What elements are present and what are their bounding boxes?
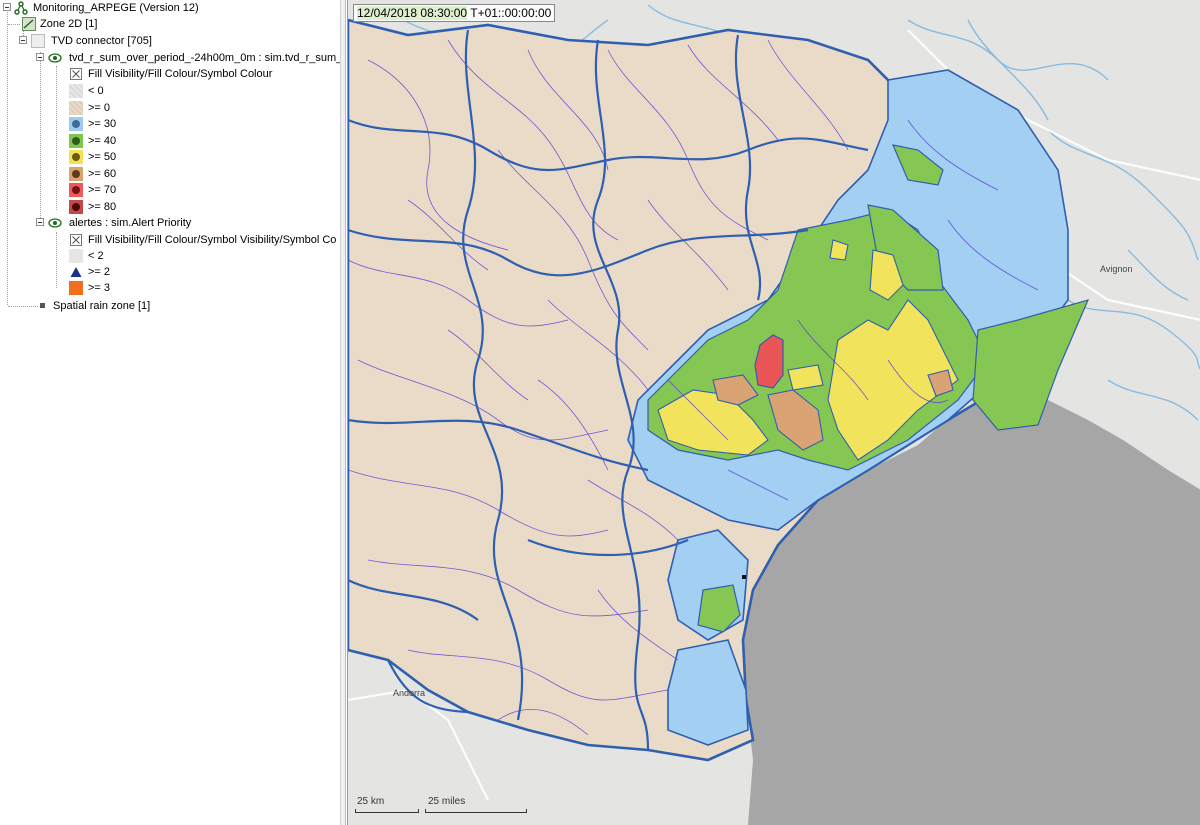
legend-item-rain[interactable]: >= 60 xyxy=(0,166,340,182)
color-swatch-icon xyxy=(69,117,83,131)
tree-node-alert-fill[interactable]: Fill Visibility/Fill Colour/Symbol Visib… xyxy=(0,232,340,248)
checkbox-icon[interactable] xyxy=(69,233,83,247)
legend-label: >= 60 xyxy=(88,167,117,180)
legend-label: < 2 xyxy=(88,250,104,262)
color-swatch-icon xyxy=(69,84,83,98)
eye-icon[interactable] xyxy=(48,216,62,230)
legend-label: < 0 xyxy=(88,85,104,97)
map-view[interactable]: 12/04/2018 08:30:00 T+01::00:00:00 Andor… xyxy=(347,0,1200,825)
legend-item-rain[interactable]: >= 30 xyxy=(0,116,340,132)
collapse-icon[interactable] xyxy=(3,3,11,11)
legend-label: >= 40 xyxy=(88,134,117,147)
legend-label: >= 0 xyxy=(88,101,111,114)
tree-node-label: Zone 2D [1] xyxy=(40,18,98,30)
square-icon xyxy=(69,281,83,295)
place-label-andorra: Andorra xyxy=(393,688,426,698)
legend-item-alert-ge-3[interactable]: >= 3 xyxy=(0,280,340,296)
tree-node-label: alertes : sim.Alert Priority xyxy=(69,217,192,229)
legend-item-rain[interactable]: >= 80 xyxy=(0,199,340,215)
color-swatch-icon xyxy=(69,166,83,181)
panel-splitter[interactable] xyxy=(340,0,346,825)
scale-km-label: 25 km xyxy=(357,796,385,807)
color-swatch-icon xyxy=(69,133,83,148)
legend-label: >= 30 xyxy=(88,118,117,130)
alert-point-marker xyxy=(742,575,746,579)
scale-km-bar xyxy=(355,809,419,813)
legend-item-rain[interactable]: >= 40 xyxy=(0,133,340,149)
symbol-dot-icon xyxy=(72,202,80,211)
symbol-dot-icon xyxy=(72,169,80,178)
connector-icon xyxy=(31,34,45,48)
tree-node-label: Fill Visibility/Fill Colour/Symbol Visib… xyxy=(88,234,337,246)
legend-item-alert-ge-2[interactable]: >= 2 xyxy=(0,264,340,280)
collapse-icon[interactable] xyxy=(19,36,27,44)
tree-node-spatial-rain-zone[interactable]: Spatial rain zone [1] xyxy=(0,298,340,314)
color-swatch-icon xyxy=(69,150,83,164)
tree-node-zone-2d[interactable]: Zone 2D [1] xyxy=(0,16,340,32)
scale-miles-bar xyxy=(425,809,527,813)
tree-node-rain-fill[interactable]: Fill Visibility/Fill Colour/Symbol Colou… xyxy=(0,66,340,82)
eye-icon[interactable] xyxy=(48,51,62,65)
tree-node-label: tvd_r_sum_over_period_-24h00m_0m : sim.t… xyxy=(69,52,340,64)
tree-node-label: Spatial rain zone [1] xyxy=(53,300,151,312)
legend-label: >= 70 xyxy=(88,184,117,196)
legend-label: >= 80 xyxy=(88,200,117,213)
legend-label: >= 2 xyxy=(88,266,111,278)
empty-swatch-icon xyxy=(69,249,83,263)
color-swatch-icon xyxy=(69,183,83,197)
collapse-icon[interactable] xyxy=(36,218,44,226)
tree-node-label: Fill Visibility/Fill Colour/Symbol Colou… xyxy=(88,68,273,80)
zone-2d-icon xyxy=(22,17,36,31)
scale-miles-label: 25 miles xyxy=(428,796,466,807)
symbol-dot-icon xyxy=(72,136,80,145)
triangle-icon xyxy=(70,267,82,277)
tree-node-alert-layer[interactable]: alertes : sim.Alert Priority xyxy=(0,215,340,231)
legend-label: >= 3 xyxy=(88,282,111,294)
checkbox-icon[interactable] xyxy=(69,67,83,81)
legend-item-alert-lt-2[interactable]: < 2 xyxy=(0,248,340,264)
point-layer-icon xyxy=(40,303,45,308)
legend-item-rain[interactable]: >= 50 xyxy=(0,149,340,165)
symbol-dot-icon xyxy=(72,153,80,161)
color-swatch-icon xyxy=(69,100,83,115)
legend-item-rain[interactable]: < 0 xyxy=(0,83,340,99)
legend-label: >= 50 xyxy=(88,151,117,163)
timestamp-date: 12/04/2018 08:30:00 xyxy=(357,6,468,20)
network-icon xyxy=(14,1,28,15)
tree-node-rain-layer[interactable]: tvd_r_sum_over_period_-24h00m_0m : sim.t… xyxy=(0,50,340,66)
legend-item-rain[interactable]: >= 0 xyxy=(0,100,340,116)
place-label-avignon: Avignon xyxy=(1100,264,1133,274)
map-canvas[interactable] xyxy=(348,0,1200,825)
color-swatch-icon xyxy=(69,199,83,214)
tree-node-label: TVD connector [705] xyxy=(51,35,152,47)
tree-node-tvd-connector[interactable]: TVD connector [705] xyxy=(0,33,340,49)
symbol-dot-icon xyxy=(72,120,80,128)
symbol-dot-icon xyxy=(72,186,80,194)
collapse-icon[interactable] xyxy=(36,53,44,61)
tree-node-label: Monitoring_ARPEGE (Version 12) xyxy=(33,2,199,14)
timestamp-offset: T+01::00:00:00 xyxy=(470,6,552,20)
tree-node-root[interactable]: Monitoring_ARPEGE (Version 12) xyxy=(0,0,340,16)
legend-item-rain[interactable]: >= 70 xyxy=(0,182,340,198)
timestamp-display: 12/04/2018 08:30:00 T+01::00:00:00 xyxy=(353,4,556,22)
layer-tree-panel: Monitoring_ARPEGE (Version 12) Zone 2D [… xyxy=(0,0,340,825)
